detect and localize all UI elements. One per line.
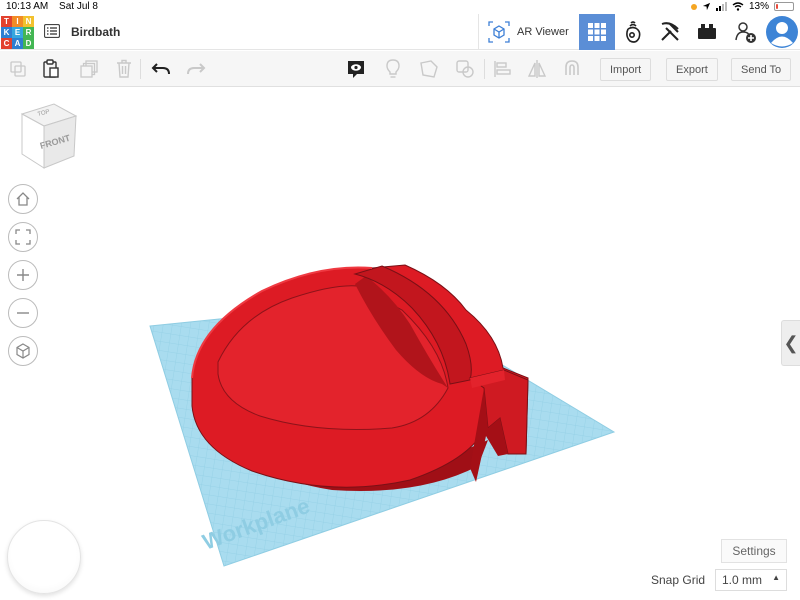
toolbar-divider bbox=[140, 59, 141, 79]
top-bar: TINKERCAD Birdbath AR Viewer bbox=[0, 14, 800, 50]
status-date: Sat Jul 8 bbox=[59, 1, 98, 12]
ungroup-button[interactable] bbox=[455, 59, 475, 79]
wifi-icon bbox=[732, 2, 744, 11]
ar-viewer-label: AR Viewer bbox=[517, 26, 569, 38]
group-icon bbox=[420, 60, 438, 78]
user-avatar-button[interactable] bbox=[764, 14, 800, 50]
orbit-joystick[interactable] bbox=[7, 520, 81, 594]
user-avatar-icon bbox=[766, 16, 798, 48]
paste-button[interactable] bbox=[41, 59, 61, 79]
logo-letter: R bbox=[23, 27, 34, 38]
logo-letter: T bbox=[1, 16, 12, 27]
align-icon bbox=[494, 61, 511, 77]
3d-viewport[interactable]: Workplane TOP FRONT ❮ Settings Snap Grid… bbox=[0, 88, 800, 600]
paste-icon bbox=[43, 59, 59, 78]
ios-status-bar: 10:13 AM Sat Jul 8 13% bbox=[0, 0, 800, 14]
edit-toolbar: Import Export Send To bbox=[0, 51, 800, 87]
ar-viewer-button[interactable]: AR Viewer bbox=[478, 14, 576, 50]
location-icon bbox=[702, 2, 711, 11]
plus-icon bbox=[17, 269, 29, 281]
fit-view-icon bbox=[15, 229, 31, 245]
speech-eye-icon bbox=[348, 61, 364, 78]
home-icon bbox=[16, 192, 30, 206]
lightbulb-icon bbox=[386, 59, 400, 78]
redo-button[interactable] bbox=[186, 59, 206, 79]
logo-letter: I bbox=[12, 16, 23, 27]
align-button[interactable] bbox=[492, 59, 512, 79]
add-user-icon bbox=[735, 22, 756, 43]
battery-icon bbox=[774, 2, 794, 11]
mirror-button[interactable] bbox=[527, 59, 547, 79]
copy-button[interactable] bbox=[8, 59, 28, 79]
design-title[interactable]: Birdbath bbox=[71, 25, 120, 39]
logo-letter: C bbox=[1, 38, 12, 49]
3d-view-button[interactable] bbox=[579, 14, 615, 50]
copy-icon bbox=[10, 61, 26, 77]
lego-view-icon bbox=[698, 24, 716, 39]
ar-cube-icon bbox=[488, 21, 510, 43]
undo-icon bbox=[151, 63, 170, 75]
logo-letter: E bbox=[12, 27, 23, 38]
snap-grid-label: Snap Grid bbox=[651, 573, 706, 587]
zoom-in-button[interactable] bbox=[8, 260, 38, 290]
battery-percent: 13% bbox=[748, 1, 769, 12]
trash-icon bbox=[117, 59, 131, 78]
minus-icon bbox=[17, 312, 29, 314]
shapes-panel-toggle[interactable]: ❮ bbox=[781, 320, 800, 366]
blocks-view-icon bbox=[626, 21, 641, 43]
status-time: 10:13 AM bbox=[6, 1, 49, 12]
send-to-button[interactable]: Send To bbox=[731, 58, 792, 81]
duplicate-icon bbox=[80, 60, 98, 78]
zoom-out-button[interactable] bbox=[8, 298, 38, 328]
home-view-button[interactable] bbox=[8, 184, 38, 214]
group-button[interactable] bbox=[419, 59, 439, 79]
logo-letter: K bbox=[1, 27, 12, 38]
scene-canvas[interactable]: Workplane bbox=[0, 88, 800, 600]
hint-button[interactable] bbox=[383, 59, 403, 79]
mirror-icon bbox=[527, 60, 547, 78]
duplicate-button[interactable] bbox=[79, 59, 99, 79]
3d-view-grid-icon bbox=[588, 23, 606, 41]
ungroup-icon bbox=[456, 60, 474, 78]
bricks-view-button[interactable] bbox=[652, 14, 688, 50]
logo-letter: A bbox=[12, 38, 23, 49]
design-list-icon[interactable] bbox=[44, 24, 60, 38]
settings-button[interactable]: Settings bbox=[721, 539, 787, 563]
cruise-button[interactable] bbox=[562, 59, 582, 79]
undo-button[interactable] bbox=[151, 59, 171, 79]
delete-button[interactable] bbox=[114, 59, 134, 79]
export-button[interactable]: Export bbox=[666, 58, 718, 81]
cube-icon bbox=[16, 343, 30, 359]
bricks-view-icon bbox=[661, 22, 679, 41]
share-user-button[interactable] bbox=[727, 14, 763, 50]
redo-icon bbox=[187, 63, 206, 75]
import-button[interactable]: Import bbox=[600, 58, 652, 81]
notes-tool-button[interactable] bbox=[346, 59, 366, 79]
snap-grid-select[interactable]: 1.0 mm ▲ bbox=[715, 569, 787, 591]
fit-view-button[interactable] bbox=[8, 222, 38, 252]
perspective-button[interactable] bbox=[8, 336, 38, 366]
caret-up-icon: ▲ bbox=[772, 573, 780, 582]
recording-dot-icon bbox=[690, 3, 697, 10]
view-cube[interactable]: TOP FRONT bbox=[18, 102, 80, 172]
logo-letter: D bbox=[23, 38, 34, 49]
lego-view-button[interactable] bbox=[689, 14, 725, 50]
tinkercad-logo[interactable]: TINKERCAD bbox=[1, 16, 34, 49]
blocks-view-button[interactable] bbox=[615, 14, 651, 50]
birdbath-shape[interactable] bbox=[191, 264, 529, 491]
logo-letter: N bbox=[23, 16, 34, 27]
chevron-left-icon: ❮ bbox=[783, 332, 799, 353]
toolbar-divider bbox=[484, 59, 485, 79]
magnet-icon bbox=[565, 60, 579, 75]
cellular-icon bbox=[715, 2, 727, 11]
snap-grid-value: 1.0 mm bbox=[722, 573, 763, 587]
